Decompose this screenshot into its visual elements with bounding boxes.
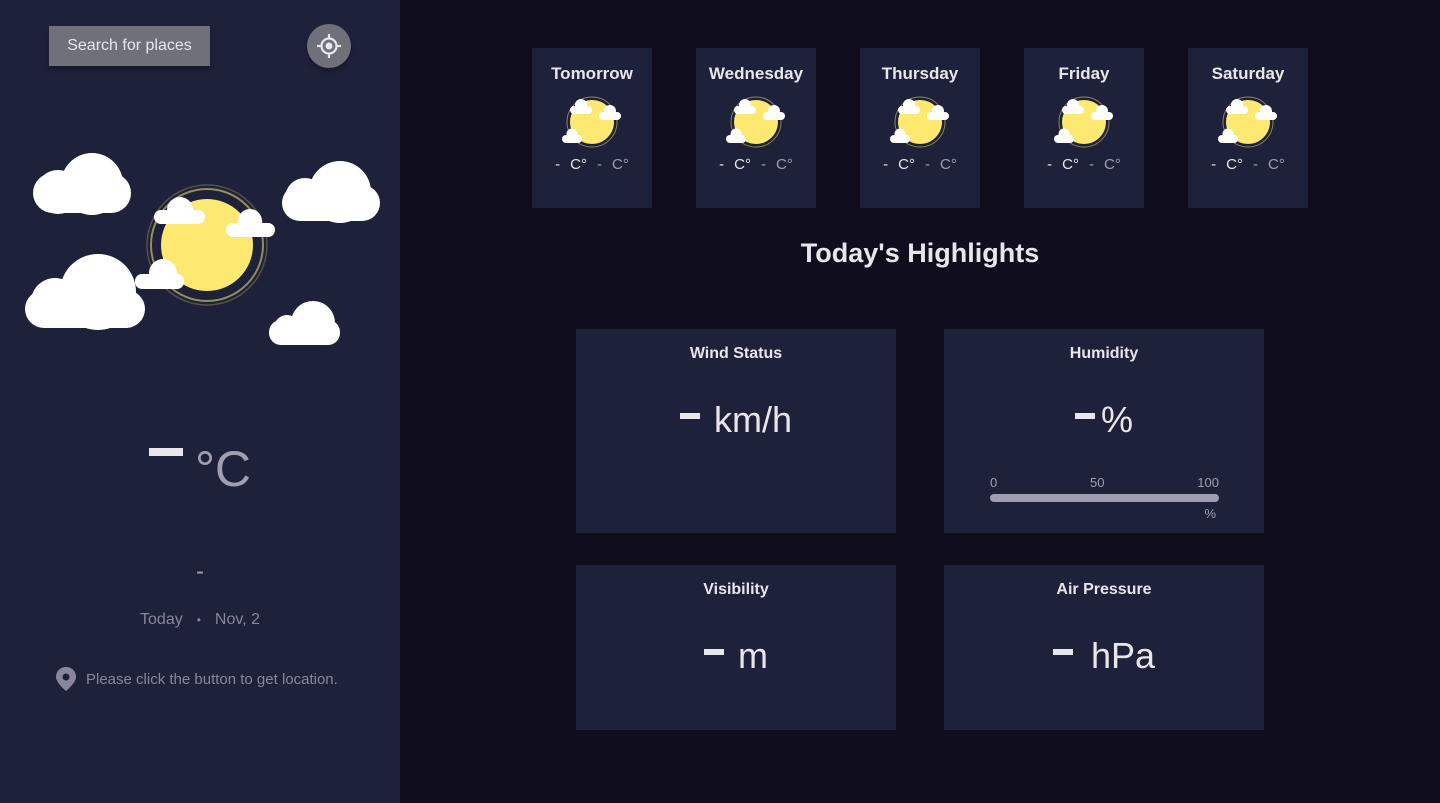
- wind-status-card: Wind Status km/h: [576, 329, 896, 533]
- date-value: Nov, 2: [214, 611, 260, 628]
- forecast-min-unit: C°: [1268, 156, 1285, 173]
- forecast-card: Tomorrow - C° - C°: [532, 48, 652, 208]
- forecast-max-dash: -: [883, 156, 889, 173]
- forecast-day: Friday: [1058, 64, 1110, 83]
- partly-cloudy-icon: [726, 96, 785, 148]
- forecast-max-dash: -: [555, 156, 561, 173]
- wind-unit: km/h: [713, 399, 792, 440]
- hero-weather-art: [25, 153, 380, 345]
- air-pressure-value: hPa: [944, 635, 1264, 677]
- forecast-day: Tomorrow: [551, 64, 633, 83]
- forecast-list: Tomorrow - C° - C° Wednesday - C° - C° T…: [532, 48, 1308, 208]
- forecast-day: Thursday: [881, 64, 959, 83]
- crosshair-icon: [317, 34, 341, 58]
- forecast-day: Wednesday: [708, 64, 804, 83]
- forecast-card: Thursday - C° - C°: [860, 48, 980, 208]
- partly-cloudy-icon: [890, 96, 949, 148]
- location-pin-icon: [56, 667, 76, 691]
- search-places-button[interactable]: Search for places: [49, 26, 210, 66]
- wind-value-placeholder: [679, 413, 700, 419]
- temperature-unit: °C: [194, 441, 252, 497]
- locate-button[interactable]: [307, 24, 351, 68]
- current-temperature: °C: [0, 440, 400, 498]
- humidity-bar-unit: %: [1204, 506, 1216, 521]
- visibility-value: m: [576, 635, 896, 677]
- cloud-icon: [269, 301, 340, 345]
- air-pressure-card: Air Pressure hPa: [944, 565, 1264, 730]
- forecast-temps: - C° - C°: [1047, 156, 1121, 173]
- humidity-tick-100: 100: [1197, 475, 1219, 490]
- highlights-title: Today's Highlights: [800, 238, 1040, 268]
- forecast-max-unit: C°: [570, 156, 587, 173]
- forecast-card: Friday - C° - C°: [1024, 48, 1144, 208]
- wind-status-value: km/h: [576, 399, 896, 441]
- forecast-min-dash: -: [925, 156, 930, 173]
- location-row: Please click the button to get location.: [54, 666, 338, 692]
- date-separator: •: [196, 613, 201, 627]
- temperature-placeholder: [148, 448, 183, 456]
- forecast-max-dash: -: [1211, 156, 1217, 173]
- forecast-min-dash: -: [761, 156, 766, 173]
- cloud-icon: [25, 254, 145, 330]
- forecast-card: Wednesday - C° - C°: [696, 48, 816, 208]
- visibility-value-placeholder: [704, 649, 724, 655]
- humidity-tick-50: 50: [1090, 475, 1105, 490]
- forecast-temps: - C° - C°: [719, 156, 793, 173]
- forecast-min-dash: -: [1253, 156, 1258, 173]
- forecast-min-dash: -: [597, 156, 602, 173]
- forecast-max-unit: C°: [898, 156, 915, 173]
- forecast-min-dash: -: [1089, 156, 1094, 173]
- partly-cloudy-icon: [1218, 96, 1277, 148]
- humidity-value: %: [944, 399, 1264, 441]
- weather-condition: -: [196, 558, 204, 585]
- cloud-icon: [282, 161, 380, 223]
- humidity-track: [990, 494, 1219, 502]
- forecast-min-unit: C°: [612, 156, 629, 173]
- visibility-unit: m: [738, 635, 768, 676]
- forecast-day: Saturday: [1211, 64, 1285, 83]
- sidebar: Search for places °C - Today • Nov, 2 Pl…: [0, 0, 400, 803]
- humidity-value-placeholder: [1074, 413, 1095, 419]
- partly-cloudy-icon: [1054, 96, 1113, 148]
- visibility-label: Visibility: [703, 581, 769, 598]
- humidity-label: Humidity: [1069, 345, 1139, 362]
- forecast-min-unit: C°: [1104, 156, 1121, 173]
- pressure-unit: hPa: [1090, 635, 1156, 676]
- forecast-min-unit: C°: [776, 156, 793, 173]
- forecast-max-dash: -: [1047, 156, 1053, 173]
- forecast-temps: - C° - C°: [555, 156, 629, 173]
- forecast-temps: - C° - C°: [883, 156, 957, 173]
- forecast-card: Saturday - C° - C°: [1188, 48, 1308, 208]
- partly-cloudy-icon: [562, 96, 621, 148]
- humidity-card: Humidity % 0 50 100 %: [944, 329, 1264, 533]
- date-today: Today: [140, 611, 183, 628]
- humidity-tick-0: 0: [990, 475, 998, 490]
- location-text: Please click the button to get location.: [86, 670, 338, 688]
- air-pressure-label: Air Pressure: [1056, 581, 1152, 598]
- pressure-value-placeholder: [1052, 649, 1073, 655]
- humidity-progress-bar: 0 50 100 %: [990, 475, 1219, 521]
- humidity-unit: %: [1100, 399, 1133, 440]
- cloud-icon: [33, 153, 131, 215]
- forecast-min-unit: C°: [940, 156, 957, 173]
- date-row: Today • Nov, 2: [0, 611, 400, 629]
- forecast-max-dash: -: [719, 156, 725, 173]
- forecast-temps: - C° - C°: [1211, 156, 1285, 173]
- forecast-max-unit: C°: [1062, 156, 1079, 173]
- wind-status-label: Wind Status: [689, 345, 783, 362]
- forecast-max-unit: C°: [734, 156, 751, 173]
- visibility-card: Visibility m: [576, 565, 896, 730]
- forecast-max-unit: C°: [1226, 156, 1243, 173]
